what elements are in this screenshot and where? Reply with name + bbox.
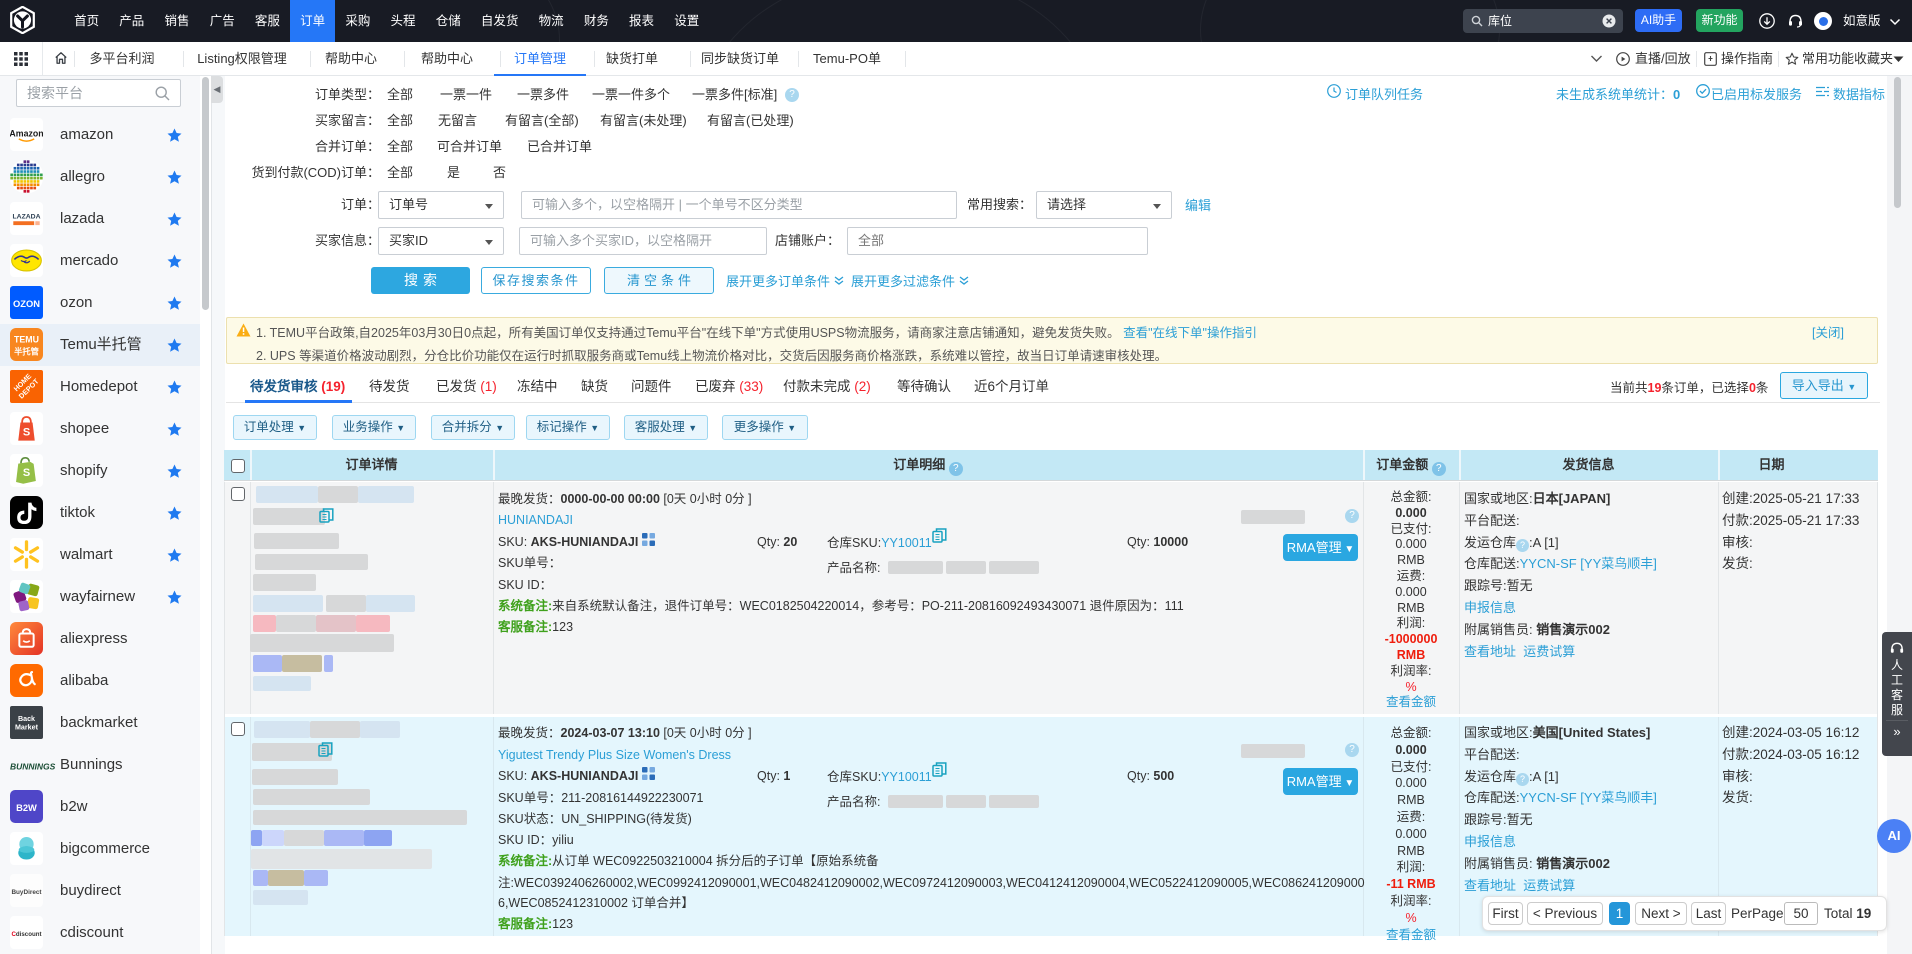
svg-text:半托管: 半托管 xyxy=(14,346,39,356)
svg-text:Market: Market xyxy=(15,724,39,732)
svg-text:OZON: OZON xyxy=(13,299,40,309)
svg-text:S: S xyxy=(23,467,30,479)
svg-text:TEMU: TEMU xyxy=(14,334,39,344)
svg-text:S: S xyxy=(23,427,30,439)
svg-text:BuyDirect: BuyDirect xyxy=(11,889,42,896)
svg-text:B2W: B2W xyxy=(16,803,37,813)
svg-text:Cdiscount: Cdiscount xyxy=(11,931,41,938)
svg-text:Back: Back xyxy=(18,715,35,723)
svg-text:BUNNINGS: BUNNINGS xyxy=(10,762,56,772)
